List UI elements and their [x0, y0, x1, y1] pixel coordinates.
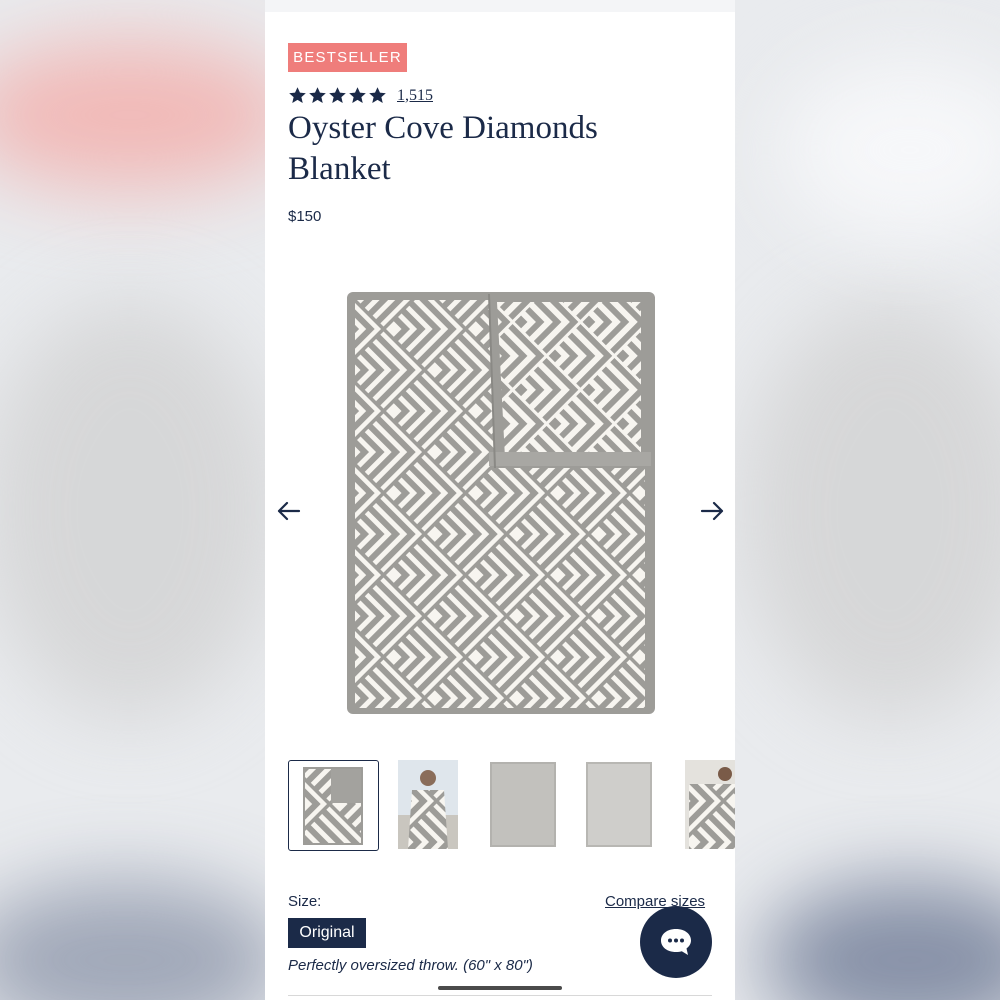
thumbnail-image — [303, 767, 363, 845]
compare-sizes-link[interactable]: Compare sizes — [605, 893, 705, 910]
star-icon — [329, 87, 346, 103]
size-description: Perfectly oversized throw. (60" x 80") — [288, 957, 533, 974]
star-icon — [289, 87, 306, 103]
rating-row[interactable]: 1,515 — [288, 86, 433, 105]
size-label: Size: — [288, 893, 322, 910]
divider — [288, 995, 712, 996]
product-price: $150 — [288, 208, 322, 225]
thumbnail-2[interactable] — [398, 760, 458, 849]
product-page: BESTSELLER 1,515 Oyster Cove Diamonds Bl… — [265, 0, 735, 1000]
next-image-arrow-icon[interactable] — [698, 497, 726, 525]
star-icon — [369, 87, 386, 103]
bestseller-badge: BESTSELLER — [288, 43, 407, 72]
review-count-link[interactable]: 1,515 — [397, 87, 433, 105]
thumbnail-image — [490, 762, 556, 847]
star-icon — [309, 87, 326, 103]
home-indicator[interactable] — [438, 986, 562, 990]
thumbnail-strip — [288, 760, 735, 851]
size-option-original[interactable]: Original — [288, 918, 366, 948]
thumbnail-5[interactable] — [685, 760, 735, 849]
status-bar — [265, 0, 735, 12]
chat-bubble-icon — [661, 929, 691, 955]
thumbnail-3[interactable] — [490, 762, 556, 847]
thumbnail-4[interactable] — [586, 762, 652, 847]
star-icon — [349, 87, 366, 103]
thumbnail-image — [685, 760, 735, 849]
thumbnail-image — [398, 760, 458, 849]
product-title: Oyster Cove Diamonds Blanket — [288, 110, 598, 187]
main-product-image[interactable] — [345, 288, 657, 716]
star-rating — [288, 86, 387, 105]
chat-button[interactable] — [640, 906, 712, 978]
thumbnail-image — [586, 762, 652, 847]
previous-image-arrow-icon[interactable] — [275, 497, 303, 525]
thumbnail-1[interactable] — [288, 760, 379, 851]
